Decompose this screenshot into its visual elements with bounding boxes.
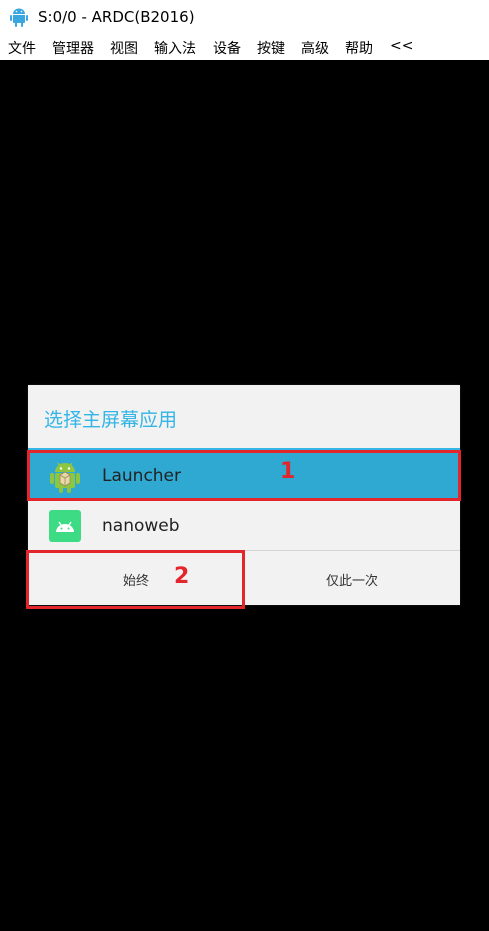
annotation-box-1 [27,450,461,501]
just-once-button[interactable]: 仅此一次 [244,551,460,605]
menu-keys[interactable]: 按键 [257,38,285,58]
window-titlebar: S:0/0 - ARDC(B2016) [0,0,489,34]
window-title: S:0/0 - ARDC(B2016) [38,8,195,26]
menu-input-method[interactable]: 输入法 [154,38,196,58]
menubar: 文件 管理器 视图 输入法 设备 按键 高级 帮助 << [0,34,489,60]
menu-help[interactable]: 帮助 [345,38,373,58]
menu-collapse[interactable]: << [390,38,413,54]
menu-device[interactable]: 设备 [213,38,241,58]
just-once-button-label: 仅此一次 [325,574,378,589]
annotation-number-2: 2 [174,564,190,589]
dialog-title: 选择主屏幕应用 [44,409,178,431]
annotation-number-1: 1 [280,459,296,484]
android-icon [10,7,28,27]
nanoweb-android-icon [46,507,84,545]
menu-advanced[interactable]: 高级 [301,38,329,58]
menu-manager[interactable]: 管理器 [52,38,94,58]
list-item-label: nanoweb [102,516,180,536]
annotation-box-2 [26,550,245,609]
list-item-nanoweb[interactable]: nanoweb [28,501,460,551]
menu-file[interactable]: 文件 [8,38,36,58]
menu-view[interactable]: 视图 [110,38,138,58]
